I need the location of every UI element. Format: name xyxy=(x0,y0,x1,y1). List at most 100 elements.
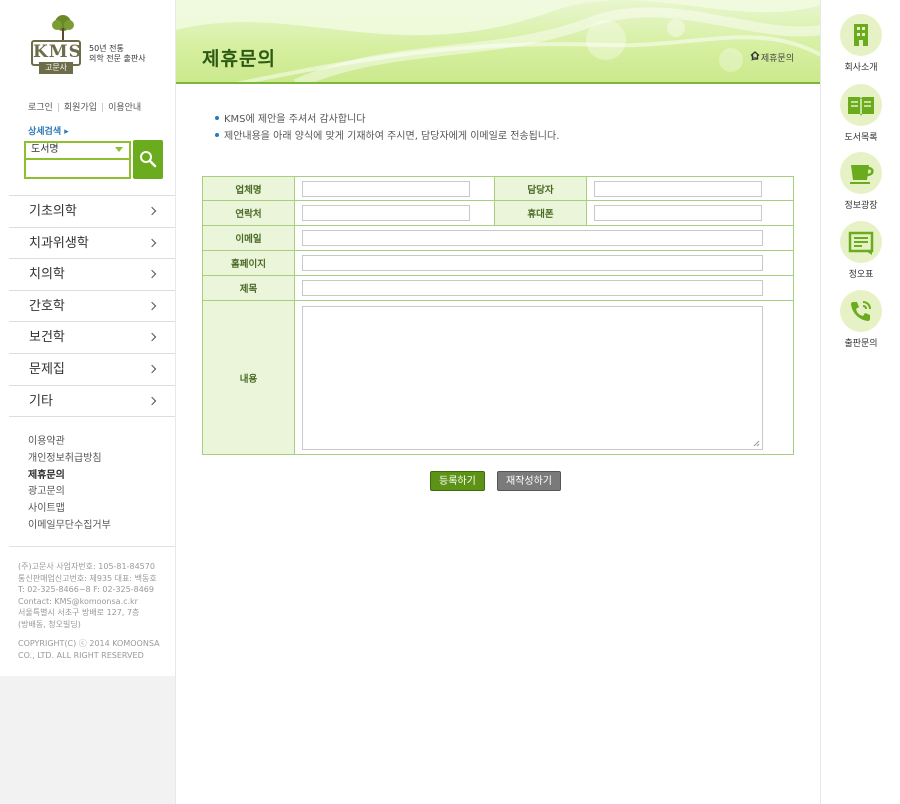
advanced-search-link[interactable]: 상세검색 ▸ xyxy=(28,124,69,137)
category-label: 기초의학 xyxy=(29,204,77,219)
content-label: 내용 xyxy=(202,300,295,455)
breadcrumb: > 제휴문의 xyxy=(750,51,794,64)
reset-button[interactable]: 재작성하기 xyxy=(497,471,561,491)
resize-grip-icon[interactable] xyxy=(753,440,760,447)
quick-menu-label: 출판문의 xyxy=(844,339,878,349)
quick-menu-item[interactable]: 정오표 xyxy=(822,221,900,280)
email-input[interactable] xyxy=(302,230,763,246)
search-input[interactable] xyxy=(24,158,131,179)
submit-button[interactable]: 등록하기 xyxy=(430,471,485,491)
form-row: 업체명 담당자 xyxy=(202,176,794,201)
email-label: 이메일 xyxy=(202,225,295,251)
category-label: 치과위생학 xyxy=(29,235,89,251)
quick-menu-item[interactable]: 출판문의 xyxy=(822,290,900,349)
sitemap-link[interactable]: 사이트맵 xyxy=(28,501,111,518)
quick-menu-label: 정보광장 xyxy=(844,201,878,211)
building-icon xyxy=(840,14,882,56)
guide-link[interactable]: 이용안내 xyxy=(108,103,141,113)
form-cell xyxy=(294,200,495,226)
partnership-link[interactable]: 제휴문의 xyxy=(28,468,111,485)
category-item[interactable]: 기타 xyxy=(9,386,175,418)
chevron-right-icon xyxy=(147,301,157,311)
form-row: 제목 xyxy=(202,275,794,301)
quick-menu-label: 정오표 xyxy=(848,270,874,280)
login-link[interactable]: 로그인 xyxy=(28,103,53,113)
homepage-input[interactable] xyxy=(302,255,763,271)
manager-input[interactable] xyxy=(594,180,762,197)
company-info-line: Contact: KMS@komoonsa.c.kr xyxy=(18,596,138,606)
logo-tagline: 50년 전통 의학 전문 출판사 xyxy=(89,44,169,64)
email-policy-link[interactable]: 이메일무단수집거부 xyxy=(28,518,111,535)
ad-inquiry-link[interactable]: 광고문의 xyxy=(28,484,111,501)
company-info-line: (주)고문사 사업자번호: 105-81-84570 xyxy=(18,562,155,571)
tree-logo-icon xyxy=(52,15,74,40)
search-type-value: 도서명 xyxy=(31,144,59,155)
copyright-line: COPYRIGHT(C) ⓒ 2014 KOMOONSA xyxy=(18,639,160,648)
phone-icon xyxy=(840,290,882,332)
bullet-icon xyxy=(215,133,219,137)
category-menu: 기초의학 치과위생학 치의학 간호학 보건학 문제집 기타 xyxy=(9,195,175,418)
chevron-right-icon xyxy=(147,206,157,216)
bullet-icon xyxy=(215,116,219,120)
company-info: (주)고문사 사업자번호: 105-81-84570 통신판매업신고번호: 제9… xyxy=(9,546,175,661)
form-row: 연락처 휴대폰 xyxy=(202,200,794,226)
contact-input[interactable] xyxy=(302,205,470,221)
signup-link[interactable]: 회원가입 xyxy=(64,103,97,113)
form-cell xyxy=(294,300,794,455)
breadcrumb-current: 제휴문의 xyxy=(760,54,794,64)
category-item[interactable]: 문제집 xyxy=(9,354,175,386)
form-cell xyxy=(586,200,794,226)
quick-menu-label: 도서목록 xyxy=(844,133,878,143)
form-row: 홈페이지 xyxy=(202,250,794,276)
chevron-right-icon xyxy=(147,269,157,279)
chevron-right-icon xyxy=(147,396,157,405)
intro-line: 제안내용을 아래 양식에 맞게 기재하여 주시면, 담당자에게 이메일로 전송됩… xyxy=(215,128,559,145)
logo-brand-sub: 고문사 xyxy=(39,62,73,74)
form-cell xyxy=(294,250,794,276)
content-textarea[interactable] xyxy=(302,305,763,450)
copyright: COPYRIGHT(C) ⓒ 2014 KOMOONSA CO., LTD. A… xyxy=(18,638,175,661)
privacy-link[interactable]: 개인정보취급방침 xyxy=(28,451,111,468)
manager-label: 담당자 xyxy=(494,176,587,201)
banner-decoration xyxy=(176,0,821,82)
category-label: 기타 xyxy=(29,393,53,409)
search-type-select[interactable]: 도서명 xyxy=(24,141,131,158)
subject-label: 제목 xyxy=(202,275,295,301)
divider: | xyxy=(101,103,105,113)
book-icon xyxy=(840,84,882,126)
top-links: 로그인 | 회원가입 | 이용안내 xyxy=(28,100,141,113)
quick-menu-item[interactable]: 도서목록 xyxy=(822,84,900,143)
quick-menu-item[interactable]: 정보광장 xyxy=(822,152,900,211)
footer-links: 이용약관 개인정보취급방침 제휴문의 광고문의 사이트맵 이메일무단수집거부 xyxy=(28,434,111,535)
kms-logo[interactable]: KMS 고문사 50년 전통 의학 전문 출판사 xyxy=(31,14,171,74)
divider xyxy=(820,0,821,804)
page-header-banner: 제휴문의 > 제휴문의 xyxy=(176,0,821,84)
mobile-input[interactable] xyxy=(594,205,762,221)
category-label: 치의학 xyxy=(29,267,65,283)
quick-menu-item[interactable]: 회사소개 xyxy=(822,14,900,73)
tagline-line: 의학 전문 출판사 xyxy=(89,54,146,63)
chevron-right-icon xyxy=(147,333,157,342)
terms-link[interactable]: 이용약관 xyxy=(28,434,111,451)
quick-menu-label: 회사소개 xyxy=(844,63,878,73)
company-input[interactable] xyxy=(302,180,470,197)
intro-text-2: 제안내용을 아래 양식에 맞게 기재하여 주시면, 담당자에게 이메일로 전송됩… xyxy=(224,131,560,142)
category-item[interactable]: 치의학 xyxy=(9,259,175,291)
intro-text-1: KMS에 제안을 주셔서 감사합니다 xyxy=(224,114,366,125)
chevron-right-icon xyxy=(147,364,157,374)
category-item[interactable]: 치과위생학 xyxy=(9,228,175,260)
category-item[interactable]: 기초의학 xyxy=(9,196,175,228)
subject-input[interactable] xyxy=(302,280,763,296)
category-item[interactable]: 보건학 xyxy=(9,322,175,354)
chevron-right-icon xyxy=(147,238,157,247)
copyright-line: CO., LTD. ALL RIGHT RESERVED xyxy=(18,650,144,660)
company-info-line: 통신판매업신고번호: 제935 대표: 백동호 xyxy=(18,573,157,583)
intro-line: KMS에 제안을 주셔서 감사합니다 xyxy=(215,111,559,128)
home-icon[interactable] xyxy=(750,51,760,60)
coffee-cup-icon xyxy=(840,152,882,194)
form-cell xyxy=(586,176,794,201)
chevron-down-icon xyxy=(115,147,123,152)
category-item[interactable]: 간호학 xyxy=(9,291,175,323)
intro-text: KMS에 제안을 주셔서 감사합니다 제안내용을 아래 양식에 맞게 기재하여 … xyxy=(215,111,559,145)
search-button[interactable] xyxy=(133,140,163,179)
